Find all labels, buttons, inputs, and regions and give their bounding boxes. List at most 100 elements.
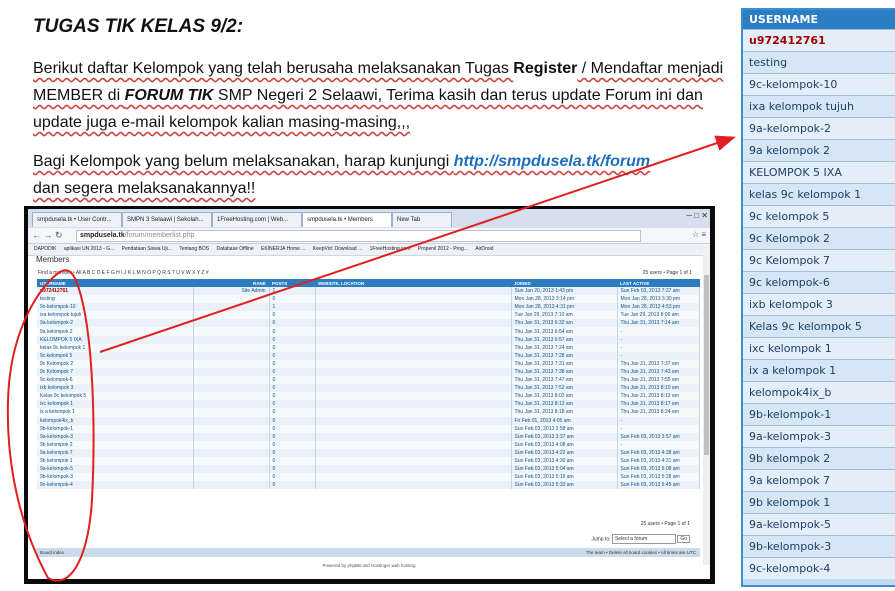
member-username[interactable]: ixb kelompok 3: [37, 384, 194, 393]
column-header[interactable]: RANK: [193, 279, 269, 287]
side-username[interactable]: KELOMPOK 5 IXA: [743, 161, 895, 183]
window-controls[interactable]: ─ □ ✕: [686, 211, 708, 220]
member-username[interactable]: 9c Kelompok 7: [37, 367, 194, 377]
member-username[interactable]: Kelas 9c kelompok 5: [37, 392, 194, 401]
table-row: 9c Kelompok 2 0 Thu Jan 31, 2013 7:31 am Th…: [37, 359, 700, 368]
side-username[interactable]: ixa kelompok tujuh: [743, 95, 895, 117]
member-username[interactable]: 9b-kelompok-1: [37, 424, 194, 433]
side-username[interactable]: 9a kelompok 2: [743, 139, 895, 161]
browser-tab[interactable]: smpdusela.tk • User Contr...: [32, 212, 122, 227]
browser-tab[interactable]: 1FreeHosting.com | Web...: [212, 212, 302, 227]
side-username[interactable]: Kelas 9c kelompok 5: [743, 315, 895, 337]
member-username[interactable]: ix a kelompok 1: [37, 408, 194, 417]
table-cell: 0: [269, 465, 316, 474]
side-username[interactable]: 9c kelompok-6: [743, 271, 895, 293]
member-username[interactable]: 9c kelompok-6: [37, 376, 194, 385]
side-username[interactable]: 9c kelompok 5: [743, 205, 895, 227]
member-username[interactable]: 9c Kelompok 2: [37, 359, 194, 368]
member-username[interactable]: kelas 9c kelompok 1: [37, 343, 194, 352]
member-username[interactable]: ixc kelompok 1: [37, 400, 194, 409]
bookmark-item[interactable]: aplikasi UN 2013 - G...: [64, 246, 114, 252]
side-username[interactable]: kelas 9c kelompok 1: [743, 183, 895, 205]
toolbar-icons[interactable]: ☆ ≡: [692, 230, 706, 239]
browser-tab[interactable]: New Tab: [392, 212, 452, 227]
url-input[interactable]: smpdusela.tk/forum/memberlist.php: [76, 230, 641, 242]
table-cell: [315, 327, 512, 336]
bookmark-item[interactable]: Pendataan Siswa Uji...: [122, 246, 172, 252]
footer-links[interactable]: The team • Delete all board cookies • Al…: [586, 548, 696, 557]
column-header[interactable]: JOINED: [511, 279, 617, 287]
side-username[interactable]: 9b-kelompok-3: [743, 535, 895, 557]
side-username[interactable]: 9c Kelompok 7: [743, 249, 895, 271]
member-username[interactable]: 9a-kelompok-5: [37, 465, 194, 474]
member-username[interactable]: 9b kelompok 1: [37, 456, 194, 466]
table-cell: Sun Feb 03, 2013 7:37 am: [617, 287, 700, 296]
instruction-text-b: dan segera melaksanakannya!!: [33, 180, 256, 197]
bookmark-item[interactable]: Database Offline: [216, 246, 253, 252]
side-username[interactable]: 9a kelompok 7: [743, 469, 895, 491]
jump-go-button[interactable]: Go: [677, 535, 690, 544]
forum-link[interactable]: http://smpdusela.tk/forum: [454, 153, 650, 170]
member-username[interactable]: 9a kelompok 7: [37, 448, 194, 457]
member-username[interactable]: testing: [37, 295, 194, 304]
member-username[interactable]: 9c-kelompok-4: [37, 481, 194, 490]
bookmark-item[interactable]: Tentang BOS: [179, 246, 209, 252]
member-username[interactable]: 9a-kelompok-2: [37, 319, 194, 328]
scroll-thumb[interactable]: [704, 275, 709, 455]
jump-select[interactable]: Select a forum: [611, 534, 676, 544]
bookmark-item[interactable]: 1FreeHosting.com: [370, 246, 411, 252]
side-username[interactable]: 9a-kelompok-3: [743, 425, 895, 447]
bookmark-item[interactable]: DAPODIK: [34, 246, 57, 252]
browser-tab[interactable]: SMPN 3 Selaawi | Sekolah...: [122, 212, 212, 227]
side-username[interactable]: testing: [743, 51, 895, 73]
side-username[interactable]: 9b kelompok 2: [743, 447, 895, 469]
bookmark-item[interactable]: Propenil 2012 - Prog...: [418, 246, 468, 252]
board-index-link[interactable]: Board index: [40, 548, 64, 557]
member-username[interactable]: 9b kelompok 2: [37, 440, 194, 449]
side-username[interactable]: ix a kelompok 1: [743, 359, 895, 381]
table-cell: Sun Feb 03, 2013 3:37 am: [511, 432, 618, 441]
member-username[interactable]: 9a kelompok 2: [37, 327, 194, 336]
url-path: /forum/memberlist.php: [124, 232, 195, 239]
table-cell: Sun Feb 03, 2013 5:19 am: [511, 473, 618, 482]
side-username[interactable]: kelompok4ix_b: [743, 381, 895, 403]
table-row: 9a-kelompok-2 0 Thu Jan 31, 2013 6:32 am Th…: [37, 319, 700, 328]
table-cell: Thu Jan 31, 2013 8:17 am: [617, 400, 700, 409]
column-header[interactable]: LAST ACTIVE: [617, 279, 700, 287]
table-row: 9b-kelompok-3 0 Sun Feb 03, 2013 5:19 am Su…: [37, 473, 700, 482]
side-username[interactable]: 9c-kelompok-4: [743, 557, 895, 579]
table-cell: Thu Jan 31, 2013 8:02 am: [511, 392, 618, 401]
alphabet-filter[interactable]: Find a member • All A B C D E F G H I J …: [38, 270, 209, 276]
column-header[interactable]: WEBSITE, LOCATION: [315, 279, 511, 287]
side-username[interactable]: 9a-kelompok-2: [743, 117, 895, 139]
back-forward-reload-icons[interactable]: ← → ↻: [32, 230, 63, 241]
member-username[interactable]: 9b-kelompok-3: [37, 473, 194, 482]
member-username[interactable]: 9a-kelompok-3: [37, 432, 194, 441]
member-username[interactable]: u972412761: [37, 287, 194, 296]
browser-tab-active[interactable]: smpdusela.tk • Members: [302, 212, 392, 227]
side-username[interactable]: 9b-kelompok-1: [743, 403, 895, 425]
side-username[interactable]: 9c Kelompok 2: [743, 227, 895, 249]
table-cell: [315, 351, 512, 360]
table-cell: [315, 456, 512, 466]
table-cell: 0: [269, 384, 316, 393]
member-username[interactable]: ixa kelompok tujuh: [37, 311, 194, 320]
table-cell: Thu Jan 31, 2013 6:32 am: [511, 319, 618, 328]
member-username[interactable]: 9c-kelompok-10: [37, 303, 194, 312]
side-username[interactable]: 9b kelompok 1: [743, 491, 895, 513]
side-username[interactable]: ixb kelompok 3: [743, 293, 895, 315]
page-scrollbar[interactable]: [703, 255, 710, 565]
bookmark-item[interactable]: AirDroid: [475, 246, 493, 252]
side-username[interactable]: ixc kelompok 1: [743, 337, 895, 359]
side-username[interactable]: u972412761: [743, 29, 895, 51]
table-cell: [193, 351, 270, 360]
member-username[interactable]: KELOMPOK 5 IXA: [37, 335, 194, 344]
side-username[interactable]: 9a-kelompok-5: [743, 513, 895, 535]
bookmark-item[interactable]: KeepVid: Download ...: [313, 246, 362, 252]
column-header[interactable]: POSTS: [269, 279, 315, 287]
bookmark-item[interactable]: EKINERJA Home ...: [261, 246, 305, 252]
member-username[interactable]: kelompok4ix_b: [37, 416, 194, 425]
column-header[interactable]: USERNAME: [37, 279, 193, 287]
member-username[interactable]: 9c kelompok 5: [37, 351, 194, 360]
side-username[interactable]: 9c-kelompok-10: [743, 73, 895, 95]
